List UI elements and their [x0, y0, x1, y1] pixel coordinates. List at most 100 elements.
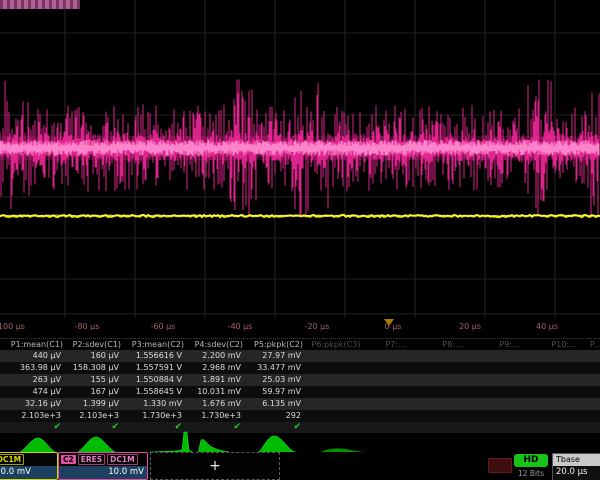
param-header[interactable]: P10:...	[538, 339, 590, 350]
measurement-cell: 1.550884 V	[123, 374, 186, 386]
measurement-cell-empty	[538, 350, 590, 362]
time-axis-label: 0 µs	[385, 322, 402, 331]
measurement-cell: 2.103e+3	[6, 410, 65, 422]
c2-descriptor-box[interactable]: C2 ERES DC1M 10.0 mV	[58, 452, 148, 480]
measurement-cell: 1.557591 V	[123, 362, 186, 374]
measurement-cell: 1.730e+3	[123, 410, 186, 422]
measurement-cell: 292	[245, 410, 305, 422]
measurement-cell: 263 µV	[6, 374, 65, 386]
add-trace-button[interactable]: +	[150, 452, 280, 480]
param-header[interactable]: P8:...	[424, 339, 481, 350]
measurement-cell: 10.031 mV	[186, 386, 245, 398]
c2-eres-badge: ERES	[78, 454, 105, 465]
time-axis-label: 40 µs	[536, 322, 558, 331]
measurement-cell-empty	[367, 362, 424, 374]
measurement-cell: 474 µV	[6, 386, 65, 398]
measurement-cell: 155 µV	[65, 374, 123, 386]
measurement-cell-empty	[305, 350, 367, 362]
param-header[interactable]: P2:sdev(C1)	[65, 339, 123, 350]
time-axis-label: -100 µs	[0, 322, 25, 331]
measurement-cell: 1.676 mV	[186, 398, 245, 410]
measurement-cell-empty	[424, 386, 481, 398]
measurement-cell: 363.98 µV	[6, 362, 65, 374]
measurement-cell-empty	[367, 374, 424, 386]
measurement-cell: 25.03 mV	[245, 374, 305, 386]
measurement-cell-empty	[590, 362, 600, 374]
measurement-cell: 32.16 µV	[6, 398, 65, 410]
time-axis-label: -60 µs	[151, 322, 176, 331]
measurement-cell-empty	[481, 398, 538, 410]
measurement-cell-empty	[481, 374, 538, 386]
measurement-cell-empty	[305, 362, 367, 374]
measurement-cell: 59.97 mV	[245, 386, 305, 398]
measurement-cell: 33.477 mV	[245, 362, 305, 374]
c1-vertical-scale: 10.0 mV	[0, 466, 57, 479]
screen-message-fragment	[0, 0, 80, 9]
measurement-cell-empty	[590, 374, 600, 386]
measurement-cell: 1.558645 V	[123, 386, 186, 398]
measurement-cell-empty	[538, 386, 590, 398]
measurement-cell-empty	[590, 410, 600, 422]
measurement-cell: 1.330 mV	[123, 398, 186, 410]
timebase-value: 20.0 µs	[553, 466, 600, 479]
measurement-cell: 2.968 mV	[186, 362, 245, 374]
time-axis-label: -20 µs	[305, 322, 330, 331]
param-header[interactable]: P3:mean(C2)	[123, 339, 186, 350]
histicon-p3[interactable]	[140, 432, 196, 454]
param-header[interactable]: P6:pkpk(C3)	[305, 339, 367, 350]
measurement-cell-empty	[305, 398, 367, 410]
measurement-cell-empty	[590, 398, 600, 410]
measurement-cell: 2.103e+3	[65, 410, 123, 422]
measurement-table: P1:mean(C1)P2:sdev(C1)P3:mean(C2)P4:sdev…	[0, 338, 600, 433]
measurement-cell-empty	[590, 350, 600, 362]
measurement-cell-empty	[481, 410, 538, 422]
measurement-cell-empty	[367, 350, 424, 362]
measurement-cell-empty	[305, 386, 367, 398]
measurement-cell: 27.97 mV	[245, 350, 305, 362]
c1-descriptor-box[interactable]: C1 DC1M 10.0 mV	[0, 452, 58, 480]
hd-bits-label: 12 Bits	[512, 469, 550, 478]
measurement-cell: 1.399 µV	[65, 398, 123, 410]
timebase-label: Tbase	[553, 454, 600, 466]
measurement-cell-empty	[424, 398, 481, 410]
param-header[interactable]: P5:pkpk(C2)	[245, 339, 305, 350]
c2-channel-badge: C2	[61, 455, 76, 464]
measurement-cell-empty	[590, 386, 600, 398]
measurement-cell-empty	[481, 362, 538, 374]
channel-descriptor-bar: C1 DC1M 10.0 mV C2 ERES DC1M 10.0 mV + H…	[0, 452, 600, 480]
oscilloscope-screen: -100 µs-80 µs-60 µs-40 µs-20 µs0 µs20 µs…	[0, 0, 600, 480]
waveform-svg	[0, 0, 600, 318]
measurement-cell-empty	[367, 410, 424, 422]
measurement-cell-empty	[538, 410, 590, 422]
time-axis-label: -80 µs	[75, 322, 100, 331]
measurement-cell: 2.200 mV	[186, 350, 245, 362]
measurement-cell-empty	[424, 362, 481, 374]
measurement-cell-empty	[424, 410, 481, 422]
c2-vertical-scale: 10.0 mV	[59, 466, 147, 479]
time-axis-label: -40 µs	[228, 322, 253, 331]
measurement-cell-empty	[538, 398, 590, 410]
timebase-axis: -100 µs-80 µs-60 µs-40 µs-20 µs0 µs20 µs…	[0, 318, 600, 338]
measurement-cell: 167 µV	[65, 386, 123, 398]
measurement-cell: 1.730e+3	[186, 410, 245, 422]
measurement-cell: 1.556616 V	[123, 350, 186, 362]
measurement-cell-empty	[305, 374, 367, 386]
timebase-descriptor-box[interactable]: Tbase 20.0 µs	[552, 453, 600, 480]
param-header[interactable]: P...	[590, 339, 600, 350]
hd-mode-badge: HD	[514, 454, 548, 467]
measurement-cell: 1.891 mV	[186, 374, 245, 386]
param-header[interactable]: P4:sdev(C2)	[186, 339, 245, 350]
param-header[interactable]: P9:...	[481, 339, 538, 350]
c1-coupling-badge: DC1M	[0, 454, 24, 465]
measurement-cell-empty	[367, 386, 424, 398]
measurement-cell: 160 µV	[65, 350, 123, 362]
waveform-display[interactable]	[0, 0, 600, 318]
c2-coupling-badge: DC1M	[107, 454, 137, 465]
param-header[interactable]: P1:mean(C1)	[6, 339, 65, 350]
param-header[interactable]: P7:...	[367, 339, 424, 350]
trigger-status-indicator	[488, 458, 512, 473]
measurement-cell-empty	[367, 398, 424, 410]
measurement-cell-empty	[538, 362, 590, 374]
measurement-cell-empty	[538, 374, 590, 386]
measurement-cell: 158.308 µV	[65, 362, 123, 374]
